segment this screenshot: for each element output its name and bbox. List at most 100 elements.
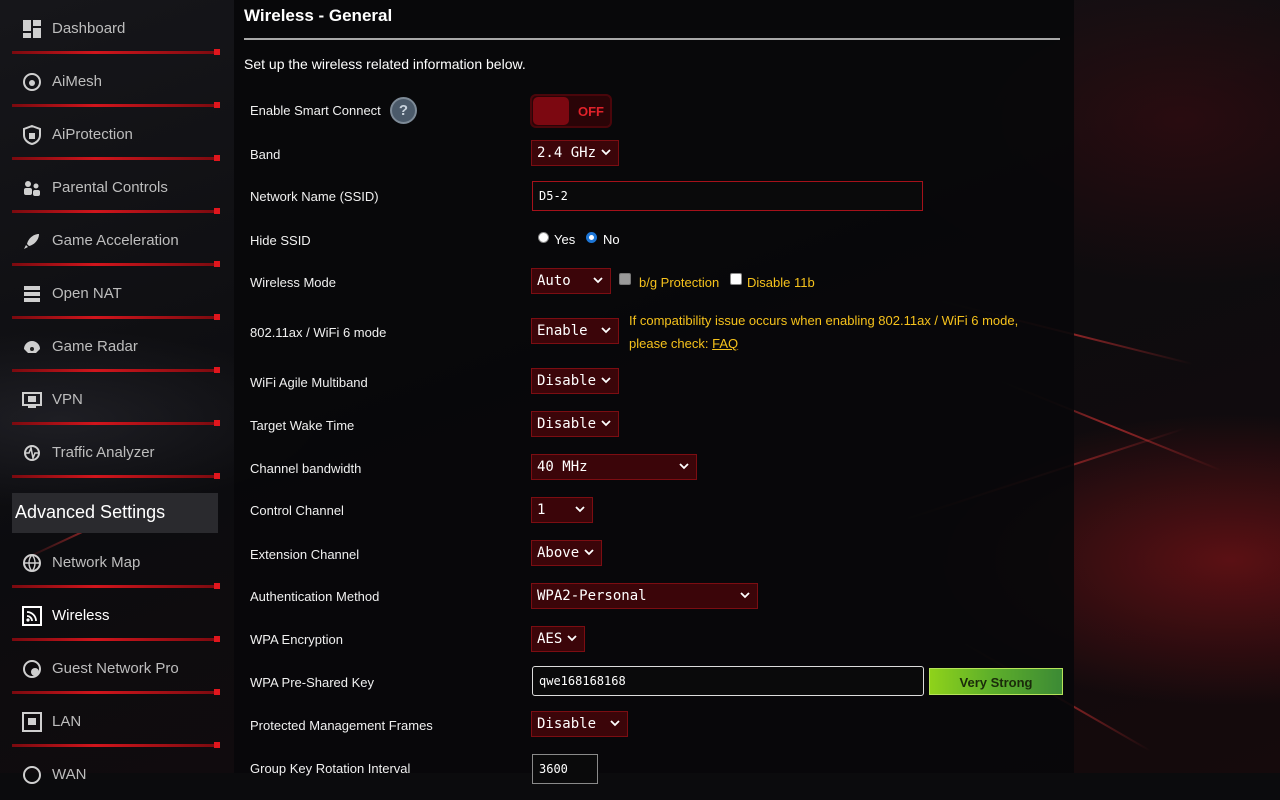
wifi6-compat-note: If compatibility issue occurs when enabl…	[629, 313, 1019, 328]
radar-icon	[24, 341, 40, 353]
sidebar-item-label: VPN	[52, 391, 83, 408]
group-key-rotation-value: 3600	[539, 762, 568, 776]
target-wake-time-select[interactable]: Disable	[531, 411, 619, 437]
wifi6-mode-select[interactable]: Enable	[531, 318, 619, 344]
divider	[12, 742, 220, 748]
main-content: Wireless - General Set up the wireless r…	[234, 0, 1074, 784]
sidebar-item-wireless[interactable]: Wireless	[12, 589, 220, 642]
page-title: Wireless - General	[244, 6, 393, 25]
chevron-down-icon	[575, 506, 585, 513]
divider	[12, 420, 220, 426]
sidebar-item-aiprotection[interactable]: AiProtection	[12, 108, 220, 161]
wpa-encryption-select[interactable]: AES	[531, 626, 585, 652]
sidebar-item-label: WAN	[52, 766, 87, 783]
wireless-mode-value: Auto	[537, 273, 571, 289]
wifi6-faq-note: please check: FAQ	[629, 336, 738, 351]
pmf-select[interactable]: Disable	[531, 711, 628, 737]
sidebar-item-open-nat[interactable]: Open NAT	[12, 267, 220, 320]
band-label: Band	[250, 147, 281, 162]
sidebar-item-label: AiMesh	[52, 73, 103, 90]
sidebar-item-aimesh[interactable]: AiMesh	[12, 55, 220, 108]
disable-11b-checkbox[interactable]	[730, 273, 742, 285]
band-select[interactable]: 2.4 GHz	[531, 140, 619, 166]
sidebar-item-label: Guest Network Pro	[52, 660, 179, 677]
control-channel-select[interactable]: 1	[531, 497, 593, 523]
chevron-down-icon	[740, 592, 750, 599]
group-key-rotation-input[interactable]: 3600	[532, 754, 598, 784]
channel-bandwidth-select[interactable]: 40 MHz	[531, 454, 697, 480]
sidebar-item-game-radar[interactable]: Game Radar	[12, 320, 220, 373]
ssid-value: D5-2	[539, 189, 568, 203]
wireless-mode-select[interactable]: Auto	[531, 268, 611, 294]
pmf-label: Protected Management Frames	[250, 718, 433, 733]
wifi6-mode-label: 802.11ax / WiFi 6 mode	[250, 325, 387, 340]
aimesh-icon	[23, 73, 41, 91]
sidebar-item-traffic-analyzer[interactable]: Traffic Analyzer	[12, 426, 220, 479]
sidebar-item-label: Dashboard	[52, 20, 126, 37]
pmf-value: Disable	[537, 716, 597, 732]
wpa-encryption-label: WPA Encryption	[250, 632, 343, 647]
ssid-input[interactable]: D5-2	[532, 181, 923, 211]
guest-network-icon	[23, 660, 41, 678]
rocket-icon	[24, 234, 39, 249]
extension-channel-select[interactable]: Above	[531, 540, 602, 566]
psk-label: WPA Pre-Shared Key	[250, 675, 375, 690]
divider	[12, 314, 220, 320]
intro-text: Set up the wireless related information …	[244, 56, 526, 72]
hide-ssid-no-radio[interactable]	[586, 232, 597, 243]
psk-input[interactable]: qwe168168168	[532, 666, 924, 696]
chevron-down-icon	[593, 277, 603, 284]
sidebar-item-label: Parental Controls	[52, 179, 168, 196]
chevron-down-icon	[584, 549, 594, 556]
channel-bandwidth-label: Channel bandwidth	[250, 461, 362, 476]
divider	[12, 636, 220, 642]
sidebar-item-guest-network-pro[interactable]: Guest Network Pro	[12, 642, 220, 695]
extension-channel-value: Above	[537, 545, 580, 561]
sidebar-item-dashboard[interactable]: Dashboard	[12, 2, 220, 55]
sidebar-item-label: Network Map	[52, 554, 141, 571]
agile-multiband-label: WiFi Agile Multiband	[250, 375, 368, 390]
group-key-rotation-label: Group Key Rotation Interval	[250, 761, 411, 776]
chevron-down-icon	[601, 327, 611, 334]
network-map-icon	[23, 554, 41, 572]
divider	[12, 689, 220, 695]
agile-multiband-select[interactable]: Disable	[531, 368, 619, 394]
sidebar-item-lan[interactable]: LAN	[12, 695, 220, 748]
wireless-icon	[22, 606, 42, 626]
password-strength-label: Very Strong	[959, 675, 1033, 690]
toggle-knob	[533, 97, 569, 125]
sidebar-item-wan[interactable]: WAN	[12, 748, 220, 800]
sidebar-item-network-map[interactable]: Network Map	[12, 536, 220, 589]
help-icon[interactable]: ?	[390, 97, 417, 124]
divider	[12, 102, 220, 108]
target-wake-time-label: Target Wake Time	[250, 418, 355, 433]
divider	[12, 155, 220, 161]
title-divider	[244, 38, 1060, 40]
sidebar: Dashboard AiMesh AiProtection Parental C…	[0, 0, 234, 784]
disable-11b-label: Disable 11b	[747, 275, 815, 290]
control-channel-value: 1	[537, 502, 546, 518]
sidebar-item-parental-controls[interactable]: Parental Controls	[12, 161, 220, 214]
sidebar-item-game-acceleration[interactable]: Game Acceleration	[12, 214, 220, 267]
divider	[12, 473, 220, 479]
psk-value: qwe168168168	[539, 674, 626, 688]
parental-controls-icon	[24, 181, 40, 196]
divider	[12, 583, 220, 589]
chevron-down-icon	[679, 463, 689, 470]
sidebar-item-vpn[interactable]: VPN	[12, 373, 220, 426]
hide-ssid-yes-radio[interactable]	[538, 232, 549, 243]
ssid-label: Network Name (SSID)	[250, 189, 379, 204]
wifi6-mode-value: Enable	[537, 323, 588, 339]
hide-ssid-label: Hide SSID	[250, 233, 311, 248]
target-wake-time-value: Disable	[537, 416, 597, 432]
divider	[12, 208, 220, 214]
traffic-analyzer-icon	[24, 445, 40, 461]
faq-link[interactable]: FAQ	[712, 336, 738, 351]
auth-method-select[interactable]: WPA2-Personal	[531, 583, 758, 609]
chevron-down-icon	[601, 377, 611, 384]
password-strength-meter: Very Strong	[929, 668, 1063, 695]
bg-protection-checkbox[interactable]	[619, 273, 631, 285]
smart-connect-toggle[interactable]: OFF	[530, 94, 612, 128]
smart-connect-label: Enable Smart Connect	[250, 103, 381, 118]
sidebar-item-label: AiProtection	[52, 126, 133, 143]
